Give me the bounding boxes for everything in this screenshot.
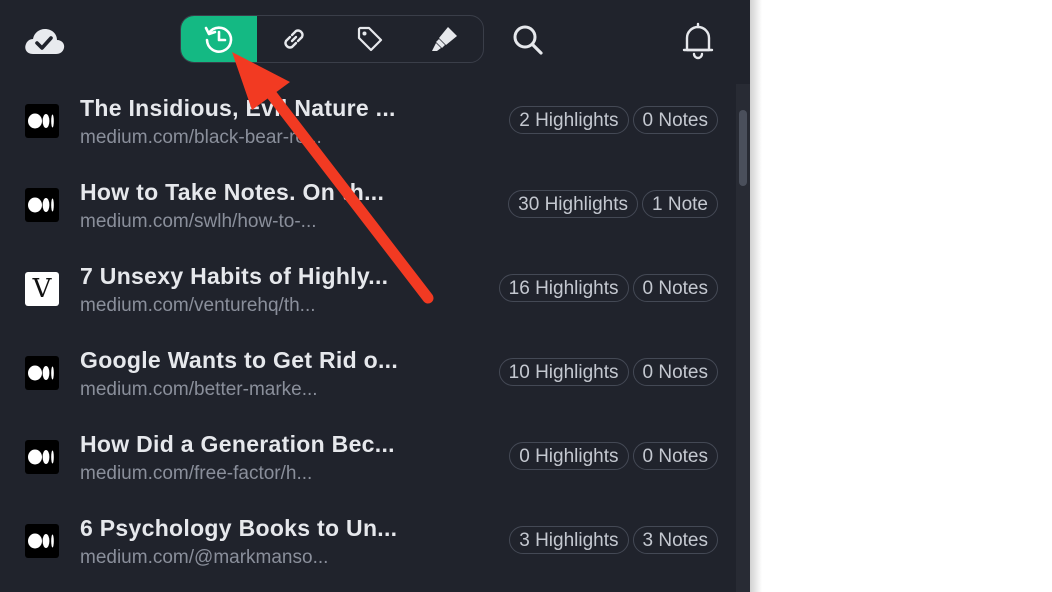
tab-tags[interactable] bbox=[332, 16, 408, 62]
list-item[interactable]: 6 Psychology Books to Un... medium.com/@… bbox=[0, 504, 736, 588]
history-icon bbox=[204, 26, 233, 53]
tab-links[interactable] bbox=[257, 16, 333, 62]
cloud-check-icon bbox=[25, 29, 65, 54]
tab-highlights[interactable] bbox=[408, 16, 484, 62]
panel-shadow bbox=[750, 0, 762, 592]
article-url: medium.com/@markmanso... bbox=[80, 547, 329, 568]
scrollbar-thumb[interactable] bbox=[739, 110, 747, 186]
medium-logo-icon bbox=[25, 188, 59, 222]
toolbar bbox=[0, 0, 750, 84]
medium-logo-icon bbox=[25, 104, 59, 138]
list-item[interactable]: V 7 Unsexy Habits of Highly... medium.co… bbox=[0, 252, 736, 336]
tag-icon bbox=[357, 26, 382, 52]
list-item[interactable]: How Did a Generation Bec... medium.com/f… bbox=[0, 420, 736, 504]
highlights-count-badge[interactable]: 0 Highlights bbox=[509, 442, 629, 470]
scrollbar[interactable] bbox=[736, 84, 750, 592]
article-title: 7 Unsexy Habits of Highly... bbox=[80, 263, 389, 289]
notes-count-badge[interactable]: 0 Notes bbox=[632, 274, 718, 302]
list-item[interactable]: The Insidious, Evil Nature ... medium.co… bbox=[0, 84, 736, 168]
search-icon bbox=[513, 25, 543, 55]
article-url: medium.com/black-bear-re... bbox=[80, 127, 322, 148]
notifications-button[interactable] bbox=[676, 18, 720, 62]
notes-count-badge[interactable]: 3 Notes bbox=[632, 526, 718, 554]
cloud-sync-button[interactable] bbox=[22, 24, 66, 58]
article-title: Google Wants to Get Rid o... bbox=[80, 347, 399, 373]
notes-count-badge[interactable]: 0 Notes bbox=[632, 106, 718, 134]
article-title: How to Take Notes. On th... bbox=[80, 179, 385, 205]
highlights-count-badge[interactable]: 3 Highlights bbox=[509, 526, 629, 554]
article-url: medium.com/venturehq/th... bbox=[80, 295, 316, 316]
extension-panel: The Insidious, Evil Nature ... medium.co… bbox=[0, 0, 750, 592]
search-button[interactable] bbox=[508, 20, 548, 60]
list-item[interactable]: Google Wants to Get Rid o... medium.com/… bbox=[0, 336, 736, 420]
notes-count-badge[interactable]: 0 Notes bbox=[632, 358, 718, 386]
highlights-count-badge[interactable]: 16 Highlights bbox=[498, 274, 629, 302]
article-url: medium.com/swlh/how-to-... bbox=[80, 211, 317, 232]
bell-icon bbox=[682, 22, 714, 60]
medium-logo-icon bbox=[25, 440, 59, 474]
article-title: The Insidious, Evil Nature ... bbox=[80, 95, 396, 121]
medium-logo-icon bbox=[25, 356, 59, 390]
notes-count-badge[interactable]: 0 Notes bbox=[632, 442, 718, 470]
tab-recent[interactable] bbox=[181, 16, 257, 62]
article-title: How Did a Generation Bec... bbox=[80, 431, 395, 457]
article-url: medium.com/free-factor/h... bbox=[80, 463, 313, 484]
article-url: medium.com/better-marke... bbox=[80, 379, 318, 400]
article-title: 6 Psychology Books to Un... bbox=[80, 515, 398, 541]
view-segmented-control bbox=[180, 15, 484, 63]
notes-count-badge[interactable]: 1 Note bbox=[642, 190, 718, 218]
link-icon bbox=[284, 29, 304, 49]
list-item[interactable]: How to Take Notes. On th... medium.com/s… bbox=[0, 168, 736, 252]
highlights-count-badge[interactable]: 2 Highlights bbox=[509, 106, 629, 134]
medium-logo-icon bbox=[25, 524, 59, 558]
highlights-count-badge[interactable]: 10 Highlights bbox=[498, 358, 629, 386]
highlighter-icon bbox=[432, 27, 458, 51]
article-list: The Insidious, Evil Nature ... medium.co… bbox=[0, 84, 736, 592]
highlights-count-badge[interactable]: 30 Highlights bbox=[508, 190, 639, 218]
publication-logo-icon: V bbox=[25, 272, 59, 306]
